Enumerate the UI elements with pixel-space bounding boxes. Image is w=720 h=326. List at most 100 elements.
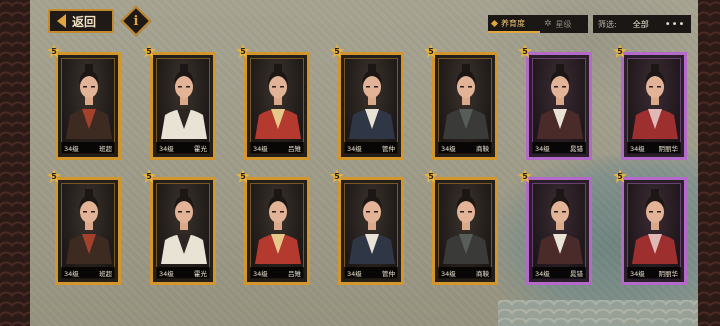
wave-pattern [498,300,698,326]
filter-label: 筛选: [598,19,617,29]
star-rank-number: 5 [240,47,246,56]
hero-card[interactable]: 34级 阴丽华 [621,52,687,160]
hero-portrait [349,64,395,139]
hero-portrait [66,64,112,139]
star-rank-number: 5 [240,172,246,181]
hero-card[interactable]: 34级 班超 [55,52,121,160]
hero-card-footer: 34级 晁错 [532,267,586,279]
hero-card-frame [438,58,492,154]
hero-card[interactable]: 34级 霍光 [150,177,216,285]
hero-portrait [255,64,301,139]
hero-card-frame [627,58,681,154]
hero-portrait [443,189,489,264]
star-rank-number: 5 [617,47,623,56]
star-rank-number: 5 [146,172,152,181]
hero-portrait [537,189,583,264]
star-rank-number: 5 [146,47,152,56]
hero-card-frame [250,183,304,279]
hero-card-footer: 34级 商鞅 [438,267,492,279]
left-ornament-band [0,0,30,326]
hero-card-footer: 34级 管仲 [344,267,398,279]
hero-name: 晁错 [570,145,583,153]
hero-card-footer: 34级 班超 [61,142,115,154]
hero-card-frame [156,58,210,154]
hero-level: 34级 [159,145,174,153]
hero-card-footer: 34级 班超 [61,267,115,279]
hero-card-footer: 34级 霍光 [156,267,210,279]
hero-level: 34级 [253,145,268,153]
tab-nurture[interactable]: 养育度 [488,15,540,33]
hero-portrait [632,189,678,264]
hero-card-frame [61,58,115,154]
hero-card-footer: 34级 吕雉 [250,142,304,154]
back-button[interactable]: 返回 [48,9,114,33]
hero-card[interactable]: 34级 商鞅 [432,177,498,285]
hero-name: 班超 [99,145,112,153]
hero-name: 晁错 [570,270,583,278]
hero-level: 34级 [535,270,550,278]
hero-card-frame [532,183,586,279]
filter-value[interactable]: 全部 [633,19,649,30]
hero-card-frame [532,58,586,154]
hero-card[interactable]: 34级 晁错 [526,52,592,160]
info-icon: i [133,13,139,29]
filter-control[interactable]: 筛选: 全部 ••• [593,15,691,33]
hero-name: 阴丽华 [658,145,679,153]
hero-portrait [632,64,678,139]
star-rank-number: 5 [51,172,57,181]
hero-card-frame [627,183,681,279]
hero-card-footer: 34级 吕雉 [250,267,304,279]
hero-card[interactable]: 34级 管仲 [338,52,404,160]
back-button-label: 返回 [72,14,97,29]
hero-name: 阴丽华 [658,270,679,278]
hero-portrait [66,189,112,264]
hero-portrait [161,189,207,264]
star-rank-number: 5 [522,172,528,181]
hero-card-footer: 34级 霍光 [156,142,210,154]
tab-star-level[interactable]: ✲ 星级 [540,15,588,33]
hero-card[interactable]: 34级 阴丽华 [621,177,687,285]
star-rank-number: 5 [428,172,434,181]
hero-name: 管仲 [382,270,395,278]
more-options-icon[interactable]: ••• [665,19,686,30]
hero-portrait [349,189,395,264]
hero-level: 34级 [535,145,550,153]
hero-level: 34级 [630,145,645,153]
hero-level: 34级 [347,145,362,153]
hero-card-frame [344,58,398,154]
hero-card[interactable]: 34级 吕雉 [244,177,310,285]
hero-level: 34级 [64,145,79,153]
hero-name: 霍光 [194,270,207,278]
hero-card-frame [250,58,304,154]
hero-card[interactable]: 34级 商鞅 [432,52,498,160]
tab-nurture-label: 养育度 [501,18,525,28]
sort-tabs: 养育度 ✲ 星级 [488,15,588,33]
hero-level: 34级 [64,270,79,278]
star-rank-number: 5 [617,172,623,181]
hero-level: 34级 [347,270,362,278]
hero-card[interactable]: 34级 霍光 [150,52,216,160]
star-rank-number: 5 [334,172,340,181]
hero-card-frame [438,183,492,279]
hero-portrait [537,64,583,139]
hero-card[interactable]: 34级 管仲 [338,177,404,285]
hero-portrait [161,64,207,139]
hero-name: 吕雉 [288,270,301,278]
hero-portrait [443,64,489,139]
hero-level: 34级 [441,145,456,153]
hero-name: 霍光 [194,145,207,153]
hero-card[interactable]: 34级 班超 [55,177,121,285]
hero-name: 班超 [99,270,112,278]
hero-name: 管仲 [382,145,395,153]
back-arrow-icon [57,14,66,28]
star-rank-number: 5 [522,47,528,56]
hero-card[interactable]: 34级 晁错 [526,177,592,285]
hero-level: 34级 [159,270,174,278]
hero-card[interactable]: 34级 吕雉 [244,52,310,160]
hero-card-frame [344,183,398,279]
hero-card-footer: 34级 晁错 [532,142,586,154]
hero-portrait [255,189,301,264]
hero-level: 34级 [253,270,268,278]
hero-name: 商鞅 [476,145,489,153]
star-rank-number: 5 [334,47,340,56]
